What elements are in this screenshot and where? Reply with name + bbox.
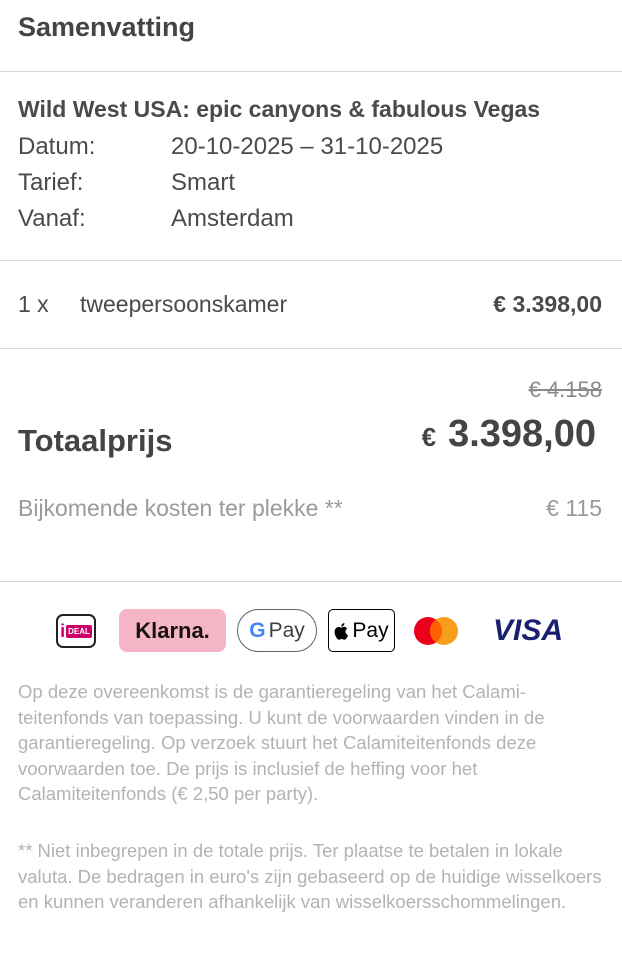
page-title: Samenvatting (18, 12, 196, 42)
rate-row: Tarief: Smart (18, 165, 604, 201)
old-price: € 4.158 (528, 377, 602, 402)
line-item-quantity: 1 x (18, 291, 49, 317)
terms-text: Op deze overeenkomst is de garantieregel… (18, 681, 545, 804)
line-item: 1 x tweepersoonskamer € 3.398,00 (0, 261, 622, 349)
total-amount: €3.398,00 (422, 413, 596, 456)
trip-details: Wild West USA: epic canyons & fabulous V… (0, 72, 622, 261)
apple-logo-icon (334, 622, 349, 640)
extra-costs-label: Bijkomende kosten ter plekke ** (18, 495, 343, 521)
mastercard-icon (412, 616, 460, 646)
total-currency: € (421, 422, 437, 452)
departure-label: Vanaf: (18, 205, 86, 232)
apple-pay-icon: Pay (328, 609, 395, 652)
summary-header: Samenvatting (0, 0, 622, 72)
rate-label: Tarief: (18, 169, 84, 196)
total-section: € 4.158 Totaalprijs €3.398,00 Bijkomende… (0, 349, 622, 582)
total-amount-value: 3.398,00 (448, 413, 596, 455)
line-item-description: tweepersoonskamer (80, 291, 288, 317)
date-row: Datum: 20-10-2025 – 31-10-2025 (18, 129, 604, 165)
date-label: Datum: (18, 133, 96, 160)
visa-icon: VISA (492, 614, 564, 647)
google-pay-icon: G Pay (237, 609, 317, 652)
ideal-icon: i DEAL (56, 614, 96, 648)
departure-row: Vanaf: Amsterdam (18, 201, 604, 237)
extra-costs-value: € 115 (546, 495, 602, 521)
line-item-price: € 3.398,00 (493, 291, 602, 317)
klarna-icon: Klarna. (119, 609, 226, 652)
extra-costs-row: Bijkomende kosten ter plekke ** € 115 (18, 495, 602, 522)
rate-value: Smart (171, 169, 236, 196)
date-value: 20-10-2025 – 31-10-2025 (171, 133, 444, 160)
footnote-text: ** Niet inbegrepen in de totale prijs. T… (18, 840, 602, 912)
total-label: Totaalprijs (18, 423, 173, 458)
departure-value: Amsterdam (171, 205, 294, 232)
payment-methods: i DEAL Klarna. G Pay Pay VISA (0, 608, 622, 654)
trip-title: Wild West USA: epic canyons & fabulous V… (18, 96, 541, 122)
